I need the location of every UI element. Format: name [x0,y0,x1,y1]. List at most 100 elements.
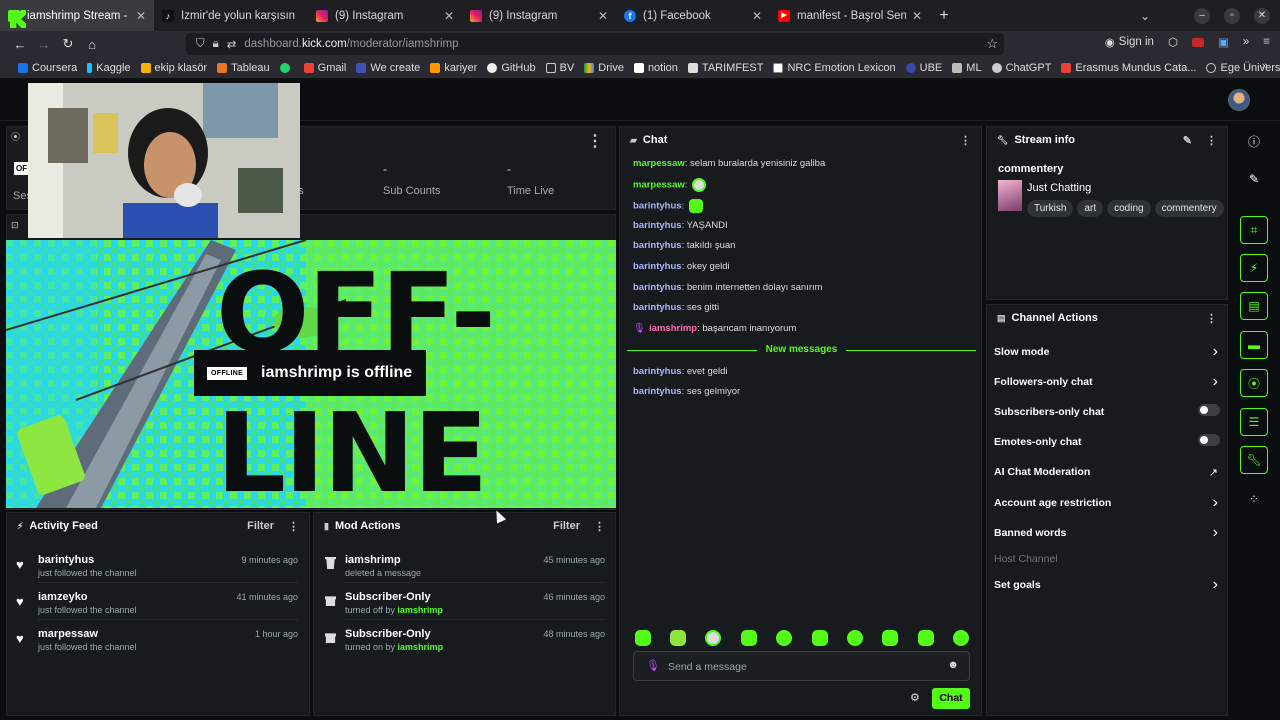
extensions-icon[interactable]: ⬡ [1168,35,1178,49]
emote-quick-icon[interactable] [670,630,686,646]
bookmark-item[interactable] [279,62,294,73]
bookmark-item[interactable]: notion [633,62,678,74]
minimize-button[interactable]: – [1194,7,1210,24]
emote-quick-icon[interactable] [635,630,651,646]
tab-list-chevron-icon[interactable]: ⌄ [1140,9,1150,23]
activity-item[interactable]: ♥ iamzeyko just followed the channel 41 … [6,583,306,620]
browser-tab[interactable]: (9) Instagram ✕ [462,0,616,31]
emote-quick-icon[interactable] [741,630,757,646]
emote-quick-icon[interactable] [776,630,792,646]
bookmark-item[interactable]: TARIMFEST [687,62,763,74]
chat-settings-gear-icon[interactable]: ⚙︎ [910,691,920,704]
bookmark-item[interactable]: Tableau [217,62,270,74]
connections-icon[interactable]: ⁘ [1240,485,1268,513]
bookmark-item[interactable]: GitHub [487,62,536,74]
chat-message[interactable]: barintyhus: ses gelmiyor [633,386,740,397]
ai-chat-moderation-action[interactable]: AI Chat Moderation ↗ [994,466,1224,479]
bookmark-item[interactable]: Kaggle [87,62,131,74]
mod-filter-button[interactable]: Filter [553,520,580,533]
bookmark-item[interactable]: Ege Üniversitesi Bilgi ... [1206,62,1280,74]
bookmark-item[interactable]: ChatGPT [991,62,1051,74]
chat-username[interactable]: marpessaw [633,180,685,191]
stream-category[interactable]: Just Chatting [1027,182,1091,194]
sidebar-icon[interactable]: ▣ [1218,35,1229,49]
emotes-only-toggle[interactable] [1198,434,1220,446]
close-tab-icon[interactable]: ✕ [598,9,608,23]
bookmark-item[interactable]: We create [356,62,420,74]
emote-quick-icon[interactable] [918,630,934,646]
bookmark-item[interactable]: ekip klasör [140,62,207,74]
forward-arrow-icon[interactable]: → [32,37,56,52]
bookmark-item[interactable]: NRC Emotion Lexicon [773,62,896,74]
mod-action-item[interactable]: Subscriber-Only turned off by iamshrimp … [313,583,613,620]
close-tab-icon[interactable]: ✕ [912,9,922,23]
chat-username[interactable]: barintyhus [633,240,682,251]
emote-quick-icon[interactable] [882,630,898,646]
broadcast-icon[interactable]: ⦿ [1240,369,1268,397]
activity-item[interactable]: ♥ marpessaw just followed the channel 1 … [6,620,306,656]
browser-tab[interactable]: f (1) Facebook ✕ [616,0,770,31]
emote-quick-icon[interactable] [953,630,969,646]
chat-username[interactable]: marpessaw [633,158,685,169]
browser-tab[interactable]: ♪ İzmir'de yolun karşısın [154,0,308,31]
chat-message[interactable]: barintyhus: ses gitti [633,302,719,313]
edit-pencil-icon[interactable]: ✎ [1240,165,1268,193]
mod-action-item[interactable]: iamshrimp deleted a message 45 minutes a… [313,546,613,583]
browser-tab[interactable]: ▶ manifest - Başrol Sensin | ✕ [770,0,930,31]
more-bookmarks-chevron-icon[interactable]: » [1262,60,1268,72]
stats-menu-icon[interactable]: ⋮ [587,131,603,151]
chat-message[interactable]: barintyhus: evet geldi [633,366,728,377]
chat-username[interactable]: barintyhus [633,261,682,272]
home-icon[interactable]: ⌂ [80,37,104,52]
activity-user[interactable]: marpessaw [38,628,98,640]
activity-item[interactable]: ♥ barintyhus just followed the channel 9… [6,546,306,583]
url-bar[interactable]: ⛉ 🔒︎ ⇄ dashboard.kick.com/moderator/iams… [186,33,1004,55]
channel-actions-menu-icon[interactable]: ⋮ [1206,312,1217,325]
emoji-picker-icon[interactable]: ☻ [947,659,959,671]
activity-filter-button[interactable]: Filter [247,520,274,533]
chat-menu-icon[interactable]: ⋮ [960,134,971,147]
activity-user[interactable]: iamzeyko [38,591,88,603]
chat-username[interactable]: barintyhus [633,220,682,231]
overflow-chevrons-icon[interactable]: » [1243,36,1249,48]
bookmark-item[interactable]: Drive [584,62,624,74]
banned-words-action[interactable]: Banned words › [994,524,1224,541]
chat-message[interactable]: 🎙︎ iamshrimp: başarıcam inanıyorum [633,323,796,334]
edit-pencil-icon[interactable]: ✎ [1183,134,1192,147]
chat-input[interactable]: 🎙︎ Send a message ☻ [633,651,970,681]
close-tab-icon[interactable]: ✕ [444,9,454,23]
set-goals-action[interactable]: Set goals › [994,576,1224,593]
menu-icon[interactable]: ≡ [1263,36,1270,48]
chat-username[interactable]: iamshrimp [649,323,697,334]
subscribers-only-toggle[interactable] [1198,404,1220,416]
chat-message[interactable]: barintyhus: benim internetten dolayı san… [633,282,823,293]
browser-tab[interactable]: (9) Instagram ✕ [308,0,462,31]
tag-pill[interactable]: Turkish [1027,200,1074,217]
bookmark-item[interactable]: kariyer [430,62,477,74]
mod-action-user[interactable]: iamshrimp [398,642,444,652]
avatar[interactable] [1228,89,1250,111]
chat-username[interactable]: barintyhus [633,386,682,397]
activity-menu-icon[interactable]: ⋮ [288,520,299,533]
bookmark-item[interactable]: ML [952,62,982,74]
layout-icon[interactable]: ☰ [1240,408,1268,436]
sign-in-button[interactable]: Sign in [1119,36,1154,48]
bookmark-item[interactable]: Erasmus Mundus Cata... [1061,62,1196,74]
emote-quick-icon[interactable] [705,630,721,646]
wrench-icon[interactable]: 🔧︎ [1240,446,1268,474]
close-tab-icon[interactable]: ✕ [752,9,762,23]
extension-red-icon[interactable] [1192,37,1204,47]
screenshot-icon[interactable]: ⌗ [1240,216,1268,244]
mod-action-name[interactable]: iamshrimp [345,554,401,566]
emote-quick-icon[interactable] [847,630,863,646]
chat-bubble-icon[interactable]: ▬ [1240,331,1268,359]
slow-mode-action[interactable]: Slow mode › [994,343,1224,360]
bookmark-item[interactable]: Gmail [303,62,346,74]
chat-message[interactable]: marpessaw: [633,178,707,192]
bookmark-item[interactable]: BV [545,62,574,74]
bookmark-item[interactable]: UBE [905,62,942,74]
emote-quick-icon[interactable] [812,630,828,646]
document-icon[interactable]: ▤ [1240,292,1268,320]
followers-only-action[interactable]: Followers-only chat › [994,373,1224,390]
close-tab-icon[interactable]: ✕ [136,9,146,23]
